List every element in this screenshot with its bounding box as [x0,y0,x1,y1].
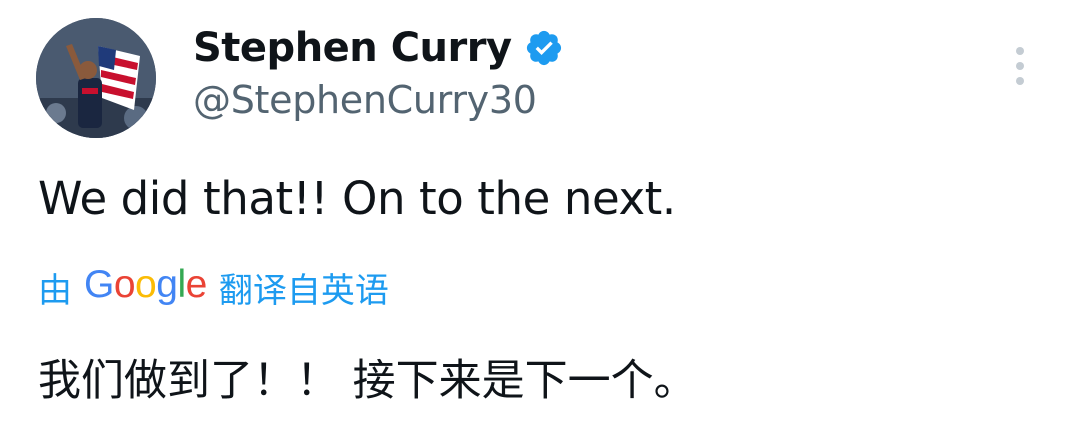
tweet-card: Stephen Curry @StephenCurry30 We did tha… [0,0,1080,443]
display-name[interactable]: Stephen Curry [193,25,512,71]
more-dot [1016,77,1024,85]
translated-tweet-text: 我们做到了！！ 接下来是下一个。 [38,356,697,406]
google-logo: Google [84,263,207,306]
tweet-text: We did that!! On to the next. [38,172,676,225]
more-vertical-icon [1016,47,1024,55]
translation-suffix: 翻译自英语 [218,270,389,311]
display-name-row: Stephen Curry [193,22,564,74]
more-dot [1016,62,1024,70]
translation-attribution[interactable]: 由 Google 翻译自英语 [38,262,389,312]
avatar-photo [36,18,156,138]
more-options-button[interactable] [1004,44,1036,88]
translation-prefix: 由 [38,270,72,311]
avatar[interactable] [36,18,156,138]
author-handle[interactable]: @StephenCurry30 [193,78,537,122]
verified-badge-icon[interactable] [524,28,564,68]
